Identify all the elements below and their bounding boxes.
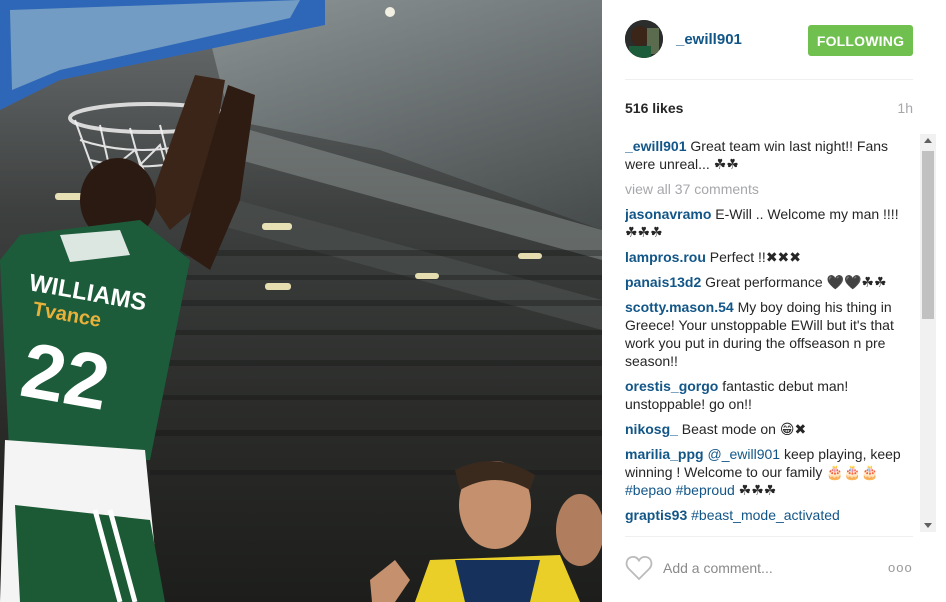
likes-count[interactable]: 516 likes [625,100,683,116]
scroll-up-arrow-icon[interactable] [924,138,932,143]
scrollbar-thumb[interactable] [922,151,934,319]
comment-username[interactable]: orestis_gorgo [625,378,718,394]
list-item: graptis93 #beast_mode_activated [625,506,905,524]
scroll-down-arrow-icon[interactable] [924,523,932,528]
comment-username[interactable]: graptis93 [625,507,687,523]
comment-mention[interactable]: @_ewill901 [707,446,780,462]
avatar-image [625,20,663,58]
comment-text: Great performance 🖤🖤☘☘ [705,274,887,290]
view-all-comments-link[interactable]: view all 37 comments [625,180,905,198]
comment-hashtag[interactable]: #bepao [625,482,672,498]
add-comment-input[interactable] [663,558,883,578]
following-button[interactable]: FOLLOWING [808,25,913,56]
comment-username[interactable]: lampros.rou [625,249,706,265]
list-item: scotty.mason.54 My boy doing his thing i… [625,298,905,370]
heart-outline-icon[interactable] [625,555,653,581]
list-item: jasonavramo E-Will .. Welcome my man !!!… [625,205,905,241]
list-item: nikosg_ Beast mode on 😁✖ [625,420,905,438]
list-item: panais13d2 Great performance 🖤🖤☘☘ [625,273,905,291]
post-photo[interactable]: WILLIAMS Tvance 22 [0,0,602,602]
author-username[interactable]: _ewill901 [676,31,742,48]
jersey-number: 22 [15,325,116,427]
comment-username[interactable]: panais13d2 [625,274,701,290]
list-item: lampros.rou Perfect !!✖✖✖ [625,248,905,266]
caption-username[interactable]: _ewill901 [625,138,687,154]
post-header: _ewill901 FOLLOWING [602,0,946,80]
avatar[interactable] [625,20,663,58]
comment-username[interactable]: marilia_ppg [625,446,704,462]
comment-hashtag[interactable]: #beproud [676,482,735,498]
post-timestamp[interactable]: 1h [897,100,913,116]
comment-username[interactable]: nikosg_ [625,421,678,437]
comment-username[interactable]: jasonavramo [625,206,711,222]
comments-scrollbar[interactable] [920,134,936,532]
comment-hashtag[interactable]: #beast_mode_activated [691,507,840,523]
list-item: marilia_ppg @_ewill901 keep playing, kee… [625,445,905,499]
footer-divider [625,536,913,537]
post-details-panel: _ewill901 FOLLOWING 516 likes 1h _ewill9… [602,0,946,602]
comment-emoji: ☘☘☘ [738,482,777,498]
header-divider [625,79,913,80]
comment-text: Beast mode on 😁✖ [681,421,807,437]
caption: _ewill901 Great team win last night!! Fa… [625,137,905,173]
basketball-dunk-image: WILLIAMS Tvance 22 [0,0,602,602]
more-options-icon[interactable]: ooo [888,560,914,575]
list-item: orestis_gorgo fantastic debut man! unsto… [625,377,905,413]
comments-list: _ewill901 Great team win last night!! Fa… [625,137,905,527]
comment-text: Perfect !!✖✖✖ [709,249,802,265]
comment-username[interactable]: scotty.mason.54 [625,299,734,315]
